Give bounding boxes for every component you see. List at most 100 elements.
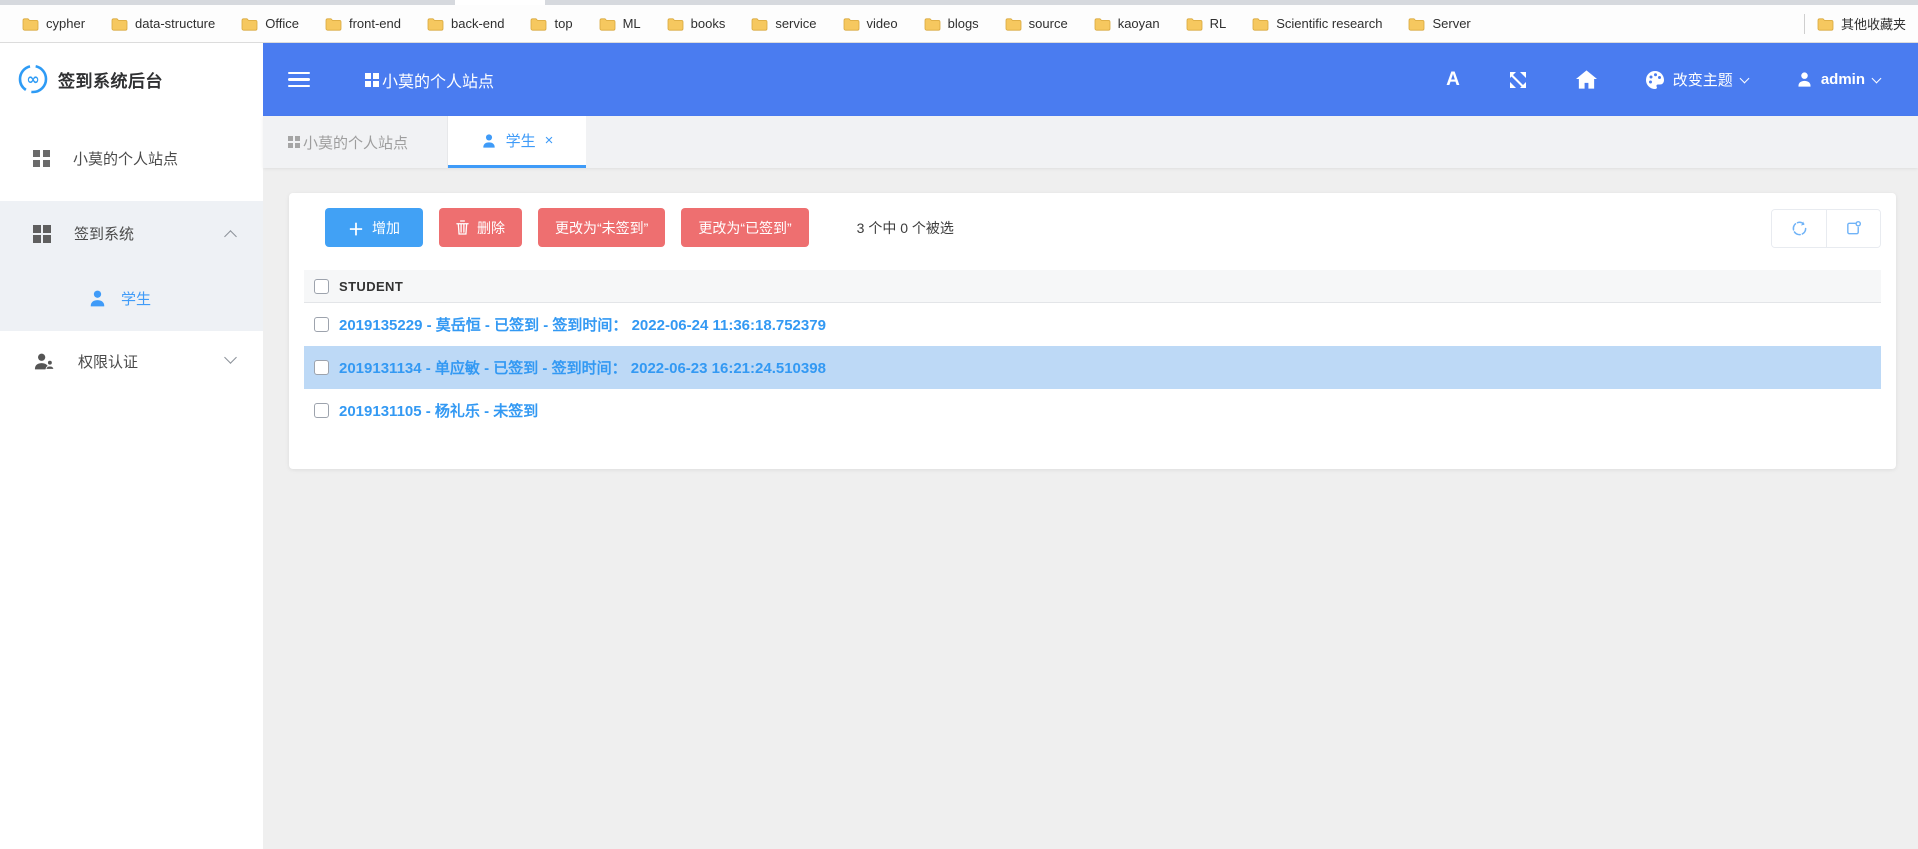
mark-checked-label: 更改为“已签到” bbox=[698, 219, 792, 236]
infinity-logo-icon: ∞ bbox=[18, 64, 48, 94]
bookmark-folder[interactable]: books bbox=[667, 16, 725, 31]
app-title: 签到系统后台 bbox=[58, 71, 163, 91]
folder-icon bbox=[599, 17, 615, 31]
tab-student[interactable]: 学生 × bbox=[448, 116, 586, 168]
tab-personal-site[interactable]: 小莫的个人站点 bbox=[263, 116, 448, 168]
sidebar-item-student[interactable]: 学生 bbox=[0, 266, 263, 331]
sidebar: ∞ 签到系统后台 小莫的个人站点 签到系统 学生 权限认证 bbox=[0, 43, 263, 849]
user-icon bbox=[482, 133, 495, 148]
trash-icon bbox=[456, 220, 469, 235]
folder-icon bbox=[1817, 17, 1834, 31]
bookmark-label: video bbox=[866, 16, 898, 31]
palette-icon bbox=[1645, 70, 1664, 89]
bookmark-label: ML bbox=[622, 16, 641, 31]
other-bookmarks-label: 其他收藏夹 bbox=[1840, 17, 1906, 32]
row-checkbox[interactable] bbox=[314, 317, 329, 332]
folder-icon bbox=[325, 17, 342, 31]
home-button[interactable] bbox=[1575, 70, 1597, 89]
students-table: STUDENT 2019135229 - 莫岳恒 - 已签到 - 签到时间： 2… bbox=[304, 270, 1881, 432]
bookmark-folder[interactable]: video bbox=[843, 16, 898, 31]
users-auth-icon bbox=[34, 353, 55, 370]
app-logo: ∞ 签到系统后台 bbox=[0, 43, 263, 115]
table-header-row: STUDENT bbox=[304, 270, 1881, 303]
language-button[interactable]: A bbox=[1446, 69, 1460, 91]
bookmark-folder[interactable]: Server bbox=[1408, 16, 1471, 31]
plus-icon: ＋ bbox=[348, 221, 365, 239]
bookmark-folder[interactable]: RL bbox=[1186, 16, 1226, 31]
window-grid-icon bbox=[33, 224, 51, 243]
bookmark-folder[interactable]: cypher bbox=[22, 16, 85, 31]
folder-icon bbox=[531, 17, 547, 31]
bookmark-label: Scientific research bbox=[1276, 16, 1383, 31]
bookmark-folder[interactable]: Scientific research bbox=[1252, 16, 1382, 31]
top-header-bar: 小莫的个人站点 A 改变主题 admin bbox=[263, 43, 1918, 116]
bookmark-folder[interactable]: source bbox=[1005, 16, 1068, 31]
student-record-link[interactable]: 2019131105 - 杨礼乐 - 未签到 bbox=[339, 400, 538, 421]
other-bookmarks-folder[interactable]: 其他收藏夹 bbox=[1817, 14, 1906, 33]
sidebar-item-personal-site[interactable]: 小莫的个人站点 bbox=[0, 129, 263, 187]
bookmark-folder[interactable]: Office bbox=[241, 16, 299, 31]
close-tab-icon[interactable]: × bbox=[545, 133, 554, 148]
bookmark-folder[interactable]: front-end bbox=[325, 16, 401, 31]
student-list-card: ＋ 增加 删除 更改为“未签到” 更改为“已签到” 3 个中 0 个被选 STU… bbox=[289, 193, 1896, 469]
bookmark-folder[interactable]: top bbox=[530, 16, 573, 31]
add-button[interactable]: ＋ 增加 bbox=[325, 208, 424, 247]
actions-toolbar: ＋ 增加 删除 更改为“未签到” 更改为“已签到” 3 个中 0 个被选 bbox=[304, 208, 1881, 248]
student-record-link[interactable]: 2019131134 - 单应敏 - 已签到 - 签到时间： 2022-06-2… bbox=[339, 357, 826, 378]
folder-icon bbox=[241, 17, 258, 31]
folder-icon bbox=[22, 17, 39, 31]
bookmark-folder[interactable]: data-structure bbox=[111, 16, 215, 31]
sidebar-item-label: 权限认证 bbox=[78, 353, 139, 371]
bookmark-folder[interactable]: blogs bbox=[924, 16, 979, 31]
fullscreen-button[interactable] bbox=[1508, 70, 1528, 90]
tab-bar: 小莫的个人站点 学生 × bbox=[263, 116, 1918, 168]
row-checkbox[interactable] bbox=[314, 403, 329, 418]
refresh-icon bbox=[1792, 221, 1806, 236]
sidebar-item-label: 小莫的个人站点 bbox=[73, 150, 179, 168]
bookmark-folder[interactable]: ML bbox=[599, 16, 641, 31]
bookmark-folder[interactable]: kaoyan bbox=[1094, 16, 1160, 31]
expand-arrows-icon bbox=[1509, 71, 1526, 88]
folder-icon bbox=[1186, 17, 1203, 31]
mark-unchecked-label: 更改为“未签到” bbox=[555, 219, 649, 236]
theme-dropdown[interactable]: 改变主题 bbox=[1645, 69, 1750, 90]
bookmark-label: back-end bbox=[451, 16, 505, 31]
mark-unchecked-button[interactable]: 更改为“未签到” bbox=[538, 208, 666, 247]
sidebar-group-checkin: 签到系统 学生 bbox=[0, 201, 263, 331]
bookmark-folder-list: cypher data-structure Office front-end b… bbox=[22, 16, 1804, 31]
tab-label: 小莫的个人站点 bbox=[303, 134, 409, 152]
bookmark-folder[interactable]: back-end bbox=[427, 16, 504, 31]
refresh-button[interactable] bbox=[1772, 210, 1826, 247]
add-button-label: 增加 bbox=[372, 219, 401, 236]
bookmark-folder[interactable]: service bbox=[751, 16, 817, 31]
user-dropdown[interactable]: admin bbox=[1796, 71, 1882, 88]
table-tools bbox=[1771, 209, 1881, 248]
chevron-down-icon bbox=[1739, 73, 1750, 83]
sidebar-item-checkin-system[interactable]: 签到系统 bbox=[0, 201, 263, 266]
selection-status: 3 个中 0 个被选 bbox=[856, 219, 954, 236]
folder-icon bbox=[667, 17, 684, 31]
delete-button[interactable]: 删除 bbox=[439, 208, 523, 247]
chevron-down-icon bbox=[224, 351, 237, 364]
row-checkbox[interactable] bbox=[314, 360, 329, 375]
folder-icon bbox=[751, 17, 768, 31]
user-icon bbox=[90, 290, 105, 307]
tab-label: 学生 bbox=[505, 133, 536, 150]
menu-toggle-button[interactable] bbox=[288, 68, 310, 92]
select-all-checkbox[interactable] bbox=[314, 278, 329, 294]
grid-icon bbox=[288, 136, 300, 148]
folder-icon bbox=[1094, 17, 1111, 31]
table-row: 2019135229 - 莫岳恒 - 已签到 - 签到时间： 2022-06-2… bbox=[304, 303, 1881, 346]
sidebar-item-label: 签到系统 bbox=[74, 226, 135, 243]
bookmark-label: blogs bbox=[947, 16, 979, 31]
mark-checked-button[interactable]: 更改为“已签到” bbox=[681, 208, 809, 247]
student-record-link[interactable]: 2019135229 - 莫岳恒 - 已签到 - 签到时间： 2022-06-2… bbox=[339, 314, 826, 335]
bookmark-label: source bbox=[1028, 16, 1068, 31]
table-row: 2019131105 - 杨礼乐 - 未签到 bbox=[304, 389, 1881, 432]
sidebar-item-auth[interactable]: 权限认证 bbox=[0, 331, 263, 391]
bookmark-label: Server bbox=[1432, 16, 1471, 31]
sidebar-item-label: 学生 bbox=[121, 291, 152, 308]
export-button[interactable] bbox=[1826, 210, 1880, 247]
svg-text:∞: ∞ bbox=[26, 70, 39, 89]
table-row-highlighted: 2019131134 - 单应敏 - 已签到 - 签到时间： 2022-06-2… bbox=[304, 346, 1881, 389]
